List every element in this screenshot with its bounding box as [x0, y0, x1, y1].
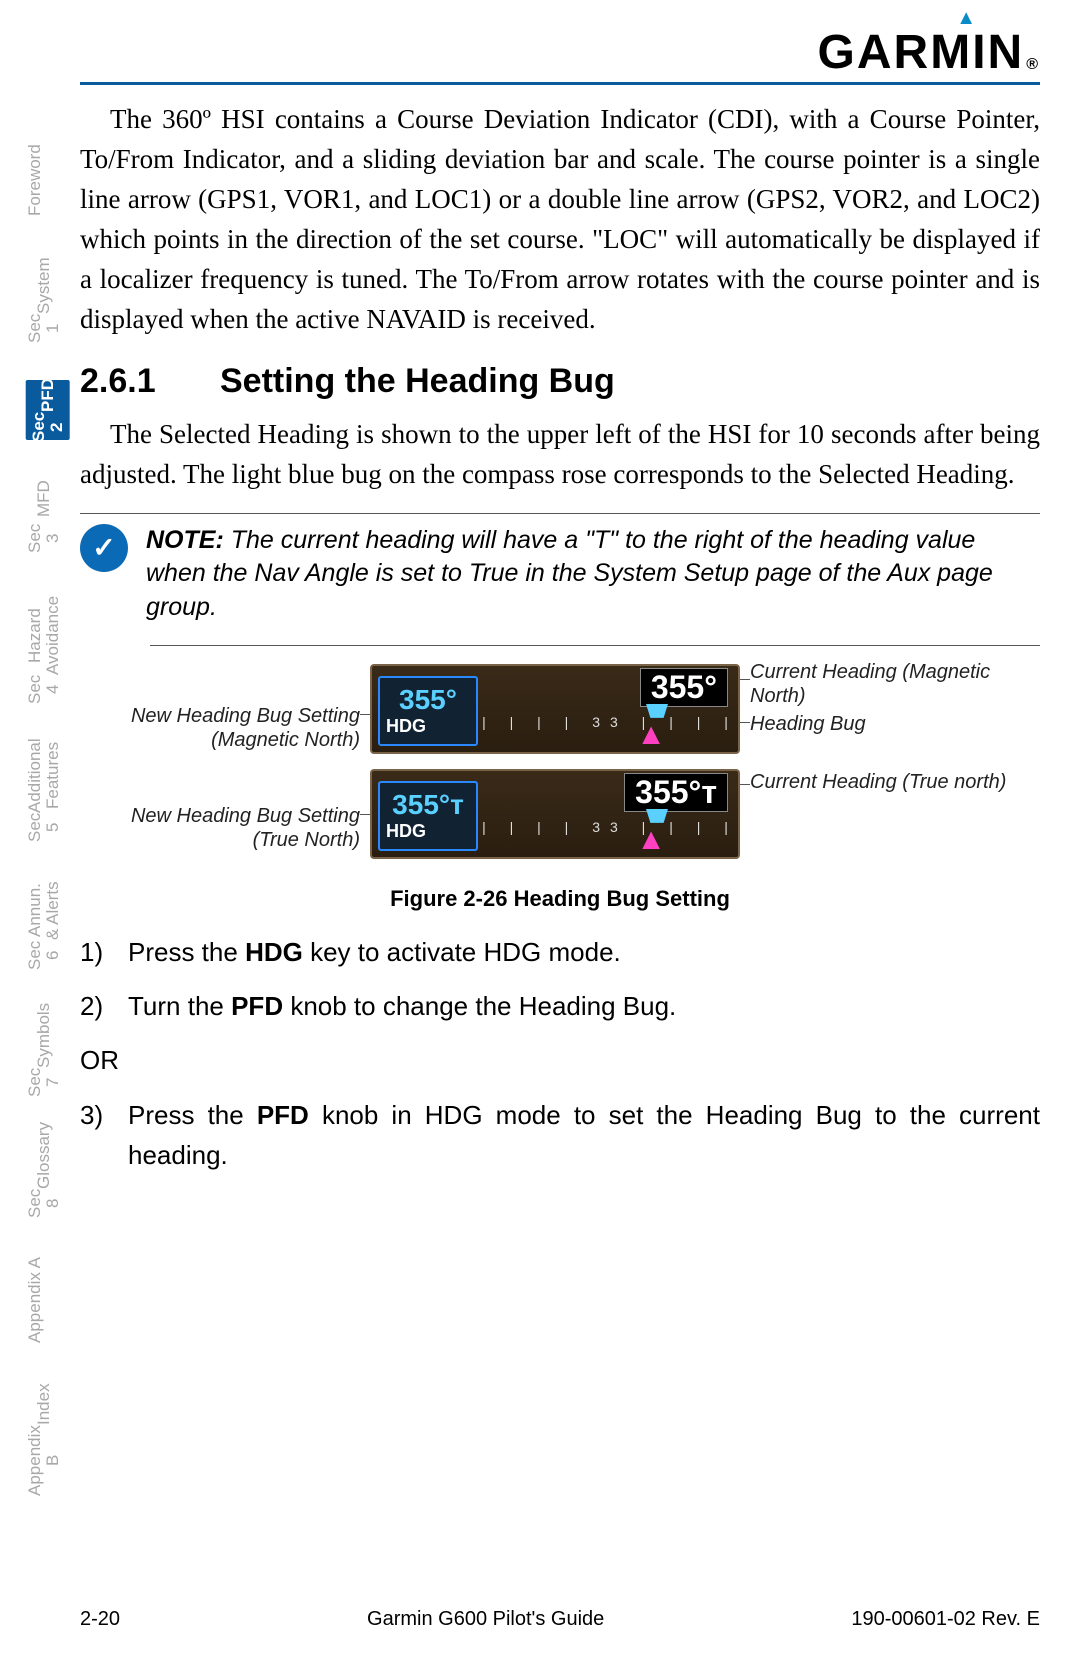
hsi-display-true: 355°ᴛ HDG 355°ᴛ | | | | 33 | | | | ▲ [370, 769, 740, 859]
heading-readout-mag: 355° [640, 668, 728, 707]
figure-caption: Figure 2-26 Heading Bug Setting [80, 886, 1040, 912]
heading-readout-true: 355°ᴛ [624, 773, 728, 812]
note-check-icon: ✓ [80, 524, 128, 572]
page-number: 2-20 [80, 1608, 120, 1631]
page-header: ▲ GARMIN ® [80, 25, 1040, 85]
page-footer: 2-20 Garmin G600 Pilot's Guide 190-00601… [80, 1608, 1040, 1631]
callout-left-2: New Heading Bug Setting (True North) [110, 804, 360, 852]
section-title: Setting the Heading Bug [220, 362, 615, 400]
hdg-label: HDG [386, 716, 426, 737]
or-separator: OR [80, 1040, 1040, 1080]
page-content: The 360º HSI contains a Course Deviation… [80, 100, 1040, 1189]
tab-sec8: Sec 8Glossary [26, 1130, 62, 1210]
callout-left-1: New Heading Bug Setting (Magnetic North) [110, 704, 360, 752]
course-pointer-icon: ▲ [636, 718, 666, 752]
step-text: Press the PFD knob in HDG mode to set th… [128, 1095, 1040, 1176]
hdg-value: 355°ᴛ [392, 789, 464, 821]
note-text: NOTE: The current heading will have a "T… [146, 524, 1040, 625]
hdg-value: 355° [399, 684, 457, 716]
step-text: Turn the PFD knob to change the Heading … [128, 986, 1040, 1026]
callout-right-1: Current Heading (Magnetic North) [750, 660, 1040, 708]
tab-appendix-a: Appendix A [26, 1250, 44, 1350]
step-text: Press the HDG key to activate HDG mode. [128, 932, 1040, 972]
step-number: 1) [80, 932, 128, 972]
compass-arc: | | | | 33 | | | | [482, 811, 738, 857]
brand-text: GARMIN [818, 25, 1025, 80]
step-1: 1) Press the HDG key to activate HDG mod… [80, 932, 1040, 972]
guide-title: Garmin G600 Pilot's Guide [367, 1608, 604, 1631]
compass-arc: | | | | 33 | | | | [482, 706, 738, 752]
callout-right-2: Heading Bug [750, 712, 866, 736]
tab-appendix-b: Appendix BIndex [26, 1390, 62, 1490]
section-number: 2.6.1 [80, 362, 220, 401]
steps-list: 1) Press the HDG key to activate HDG mod… [80, 932, 1040, 1175]
hdg-box-mag: 355° HDG [378, 676, 478, 746]
hdg-label: HDG [386, 821, 426, 842]
garmin-logo: ▲ GARMIN ® [818, 25, 1040, 80]
tab-sec3: Sec 3MFD [26, 480, 62, 560]
hsi-display-magnetic: 355° HDG 355° | | | | 33 | | | | ▲ [370, 664, 740, 754]
step-2: 2) Turn the PFD knob to change the Headi… [80, 986, 1040, 1026]
compass-ticks: | | | | 33 | | | | [482, 706, 738, 730]
step-number: 3) [80, 1095, 128, 1176]
tab-sec5: Sec 5Additional Features [26, 740, 62, 840]
tab-sec4: Sec 4Hazard Avoidance [26, 600, 62, 700]
section-heading: 2.6.1Setting the Heading Bug [80, 362, 1040, 401]
course-pointer-icon: ▲ [636, 823, 666, 857]
note-block: ✓ NOTE: The current heading will have a … [80, 513, 1040, 625]
logo-triangle-icon: ▲ [956, 7, 978, 30]
compass-ticks: | | | | 33 | | | | [482, 811, 738, 835]
tab-sec1: Sec 1System [26, 260, 62, 340]
tab-sec6: Sec 6Annun. & Alerts [26, 880, 62, 970]
figure-area: New Heading Bug Setting (Magnetic North)… [80, 664, 1040, 874]
step-number: 2) [80, 986, 128, 1026]
intro-paragraph: The 360º HSI contains a Course Deviation… [80, 100, 1040, 340]
tab-sec2: Sec 2PFD [26, 380, 70, 440]
hdg-box-true: 355°ᴛ HDG [378, 781, 478, 851]
section-tabs: Foreword Sec 1System Sec 2PFD Sec 3MFD S… [26, 140, 76, 1530]
note-body: The current heading will have a "T" to t… [146, 526, 993, 622]
registered-mark: ® [1026, 56, 1040, 74]
note-divider [150, 633, 1040, 646]
doc-revision: 190-00601-02 Rev. E [851, 1608, 1040, 1631]
tab-foreword: Foreword [26, 140, 44, 220]
callout-right-3: Current Heading (True north) [750, 770, 1006, 794]
note-label: NOTE: [146, 526, 224, 554]
tab-sec7: Sec 7Symbols [26, 1010, 62, 1090]
step-3: 3) Press the PFD knob in HDG mode to set… [80, 1095, 1040, 1176]
section-paragraph: The Selected Heading is shown to the upp… [80, 415, 1040, 495]
